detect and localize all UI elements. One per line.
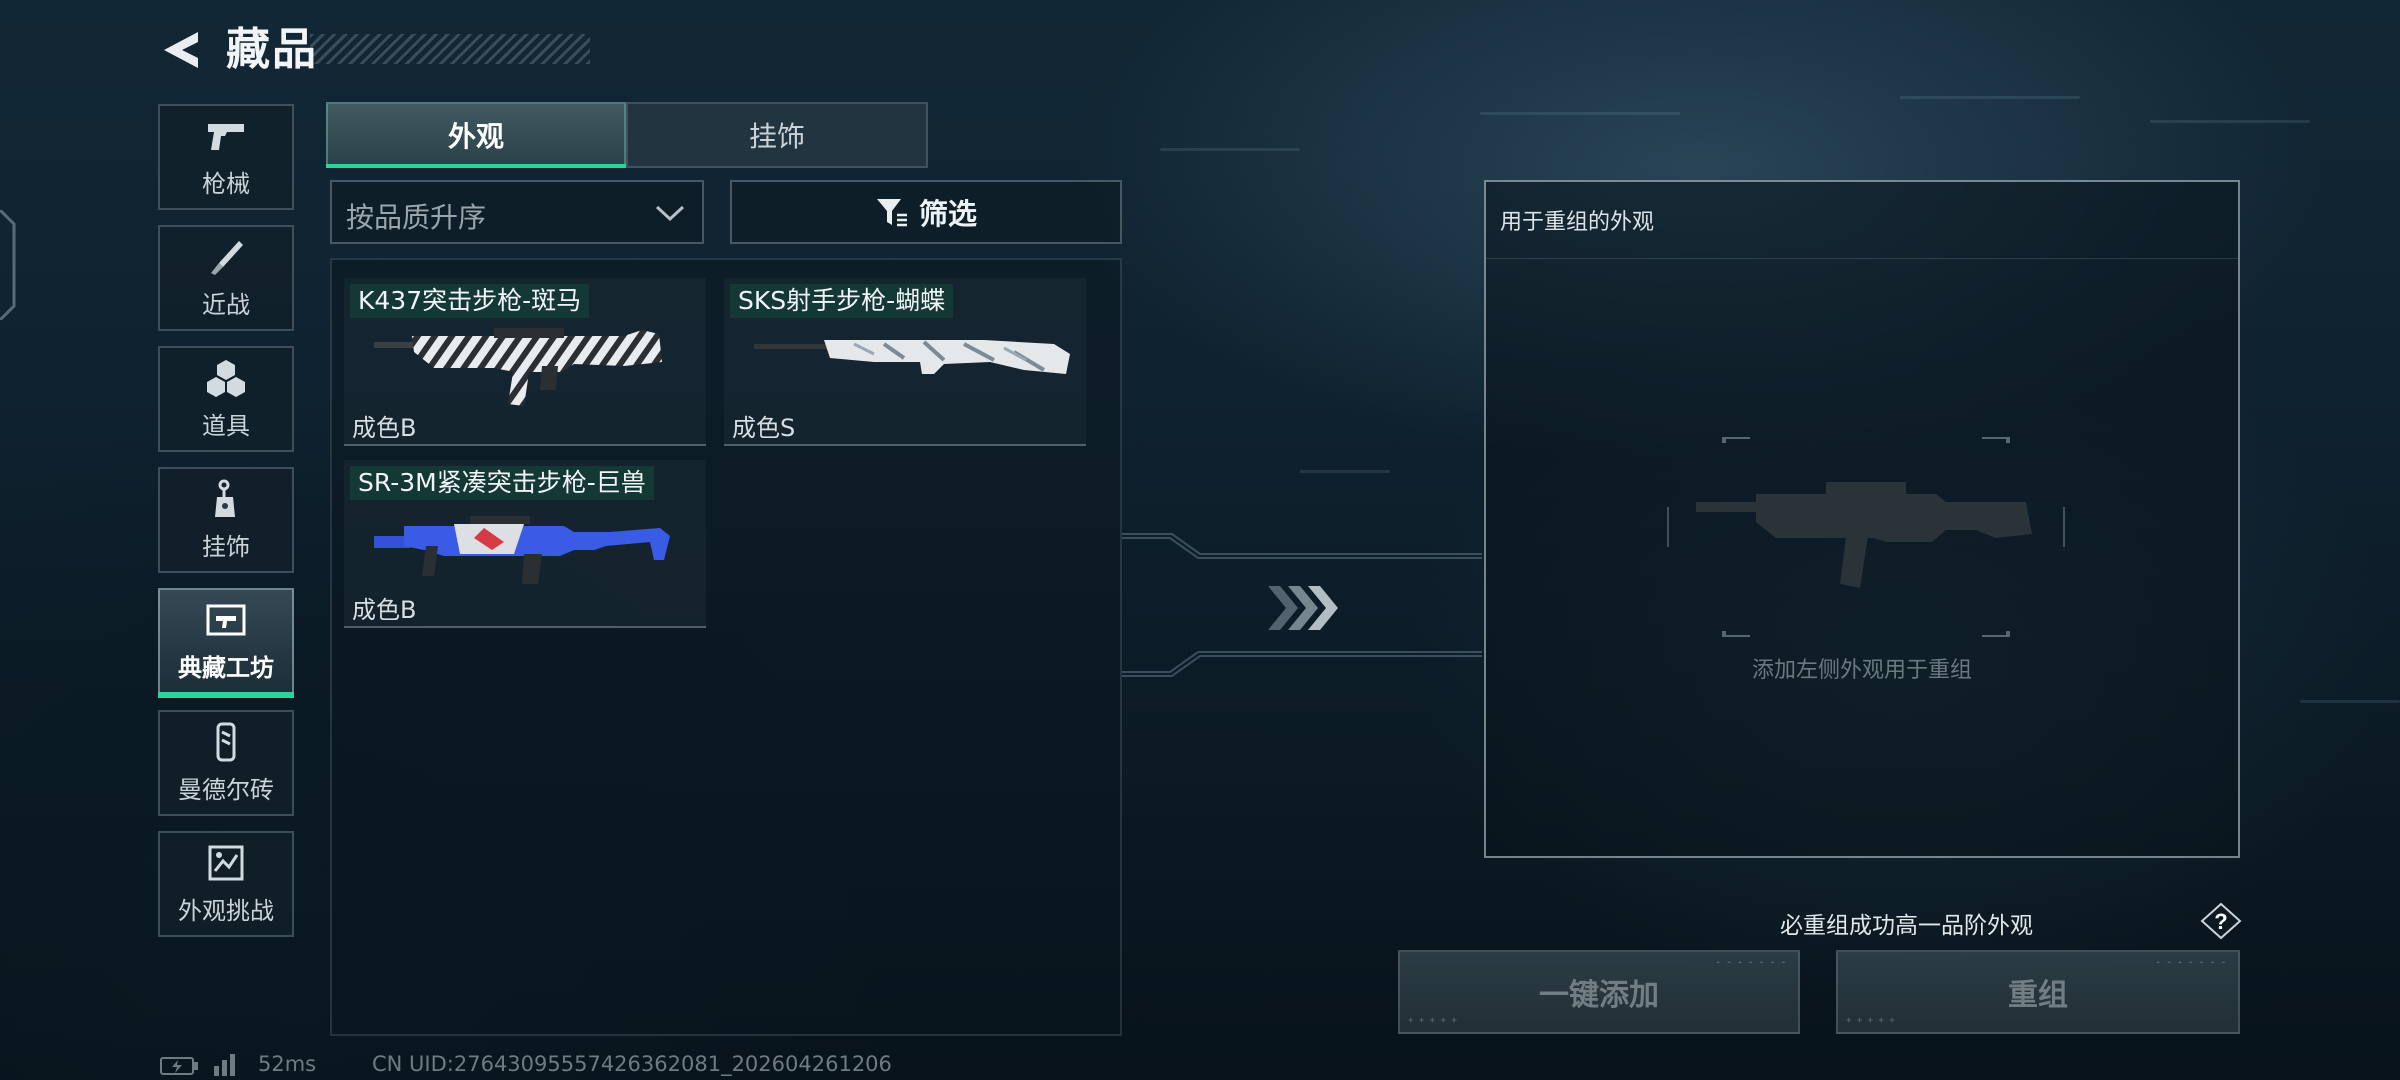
rifle-zebra-icon bbox=[374, 328, 662, 406]
rifle-butterfly-icon bbox=[754, 340, 1070, 374]
filter-button[interactable]: 筛选 bbox=[730, 180, 1122, 244]
sort-dropdown[interactable]: 按品质升序 bbox=[330, 180, 704, 244]
item-name: SR-3M紧凑突击步枪-巨兽 bbox=[350, 466, 654, 500]
chevron-down-icon bbox=[655, 205, 685, 222]
recombine-label: 重组 bbox=[2008, 978, 2068, 1013]
recombine-panel-title: 用于重组的外观 bbox=[1500, 210, 1655, 235]
sidebar-active-indicator bbox=[158, 692, 294, 698]
user-id: CN UID:27643095557426362081_202604261206 bbox=[372, 1052, 892, 1076]
sidebar-item-label: 枪械 bbox=[202, 169, 250, 198]
item-grade: 成色B bbox=[352, 596, 417, 624]
recombine-hint: 添加左侧外观用于重组 bbox=[1751, 658, 1972, 683]
gun-icon bbox=[208, 123, 244, 150]
sidebar-item-label: 道具 bbox=[202, 411, 250, 440]
recombine-panel: 用于重组的外观 添加左侧外观用于重组 bbox=[1484, 180, 2240, 858]
guarantee-text: 必重组成功高一品阶外观 bbox=[1780, 913, 2033, 939]
page-title: 藏品 bbox=[226, 24, 318, 75]
sidebar-item-label: 外观挑战 bbox=[178, 896, 274, 925]
knife-icon bbox=[211, 240, 243, 275]
divider bbox=[1486, 258, 2238, 259]
item-card[interactable]: SR-3M紧凑突击步枪-巨兽 成色B bbox=[344, 460, 706, 628]
item-grid: K437突击步枪-斑马 成色B SKS射手步枪-蝴蝶 成色S SR-3M紧凑突击… bbox=[330, 258, 1122, 1036]
tab-appearance[interactable]: 外观 bbox=[326, 102, 626, 168]
tab-charms[interactable]: 挂饰 bbox=[626, 102, 928, 168]
item-name: K437突击步枪-斑马 bbox=[350, 284, 590, 318]
one-click-add-label: 一键添加 bbox=[1539, 978, 1659, 1013]
sidebar-item-mandel-brick[interactable]: 曼德尔砖 bbox=[158, 710, 294, 816]
sidebar-item-label: 曼德尔砖 bbox=[178, 775, 274, 804]
battery-icon bbox=[160, 1057, 198, 1075]
item-grade: 成色S bbox=[732, 414, 796, 442]
one-click-add-button[interactable]: + + + + + - - - - - - - 一键添加 bbox=[1398, 950, 1800, 1034]
filter-button-label: 筛选 bbox=[918, 197, 977, 231]
filter-icon bbox=[876, 199, 907, 227]
recombine-button[interactable]: + + + + + - - - - - - - 重组 bbox=[1836, 950, 2240, 1034]
edge-decoration bbox=[0, 210, 16, 320]
rifle-placeholder-icon bbox=[1696, 482, 2032, 588]
sidebar-item-charms[interactable]: 挂饰 bbox=[158, 467, 294, 573]
back-arrow-icon[interactable] bbox=[158, 28, 204, 72]
sidebar-item-melee[interactable]: 近战 bbox=[158, 225, 294, 331]
sidebar-item-workshop[interactable]: 典藏工坊 bbox=[158, 588, 294, 694]
rifle-beast-icon bbox=[374, 516, 670, 584]
ping-readout: 52ms bbox=[258, 1052, 317, 1076]
sidebar-item-label: 典藏工坊 bbox=[178, 653, 274, 682]
chevron-right-icon bbox=[1268, 586, 1338, 630]
sidebar-item-label: 挂饰 bbox=[202, 532, 250, 561]
sidebar-item-gear[interactable]: 道具 bbox=[158, 346, 294, 452]
svg-text:?: ? bbox=[2214, 909, 2227, 934]
item-card[interactable]: K437突击步枪-斑马 成色B bbox=[344, 278, 706, 446]
tab-active-indicator bbox=[326, 164, 626, 168]
tab-bar: 外观 挂饰 bbox=[326, 102, 928, 168]
sidebar-item-label: 近战 bbox=[202, 290, 250, 319]
item-grade: 成色B bbox=[352, 414, 417, 442]
brick-icon bbox=[216, 722, 236, 761]
sidebar-item-challenges[interactable]: 外观挑战 bbox=[158, 831, 294, 937]
grenade-icon bbox=[207, 359, 245, 397]
help-icon[interactable]: ? bbox=[2200, 902, 2242, 940]
item-name: SKS射手步枪-蝴蝶 bbox=[730, 284, 954, 318]
title-decoration bbox=[310, 34, 590, 64]
charm-icon bbox=[215, 479, 235, 517]
item-card[interactable]: SKS射手步枪-蝴蝶 成色S bbox=[724, 278, 1086, 446]
sidebar-item-guns[interactable]: 枪械 bbox=[158, 104, 294, 210]
signal-icon bbox=[214, 1054, 235, 1076]
workshop-icon bbox=[206, 604, 246, 635]
challenge-icon bbox=[208, 845, 244, 880]
sort-dropdown-value: 按品质升序 bbox=[346, 201, 487, 234]
